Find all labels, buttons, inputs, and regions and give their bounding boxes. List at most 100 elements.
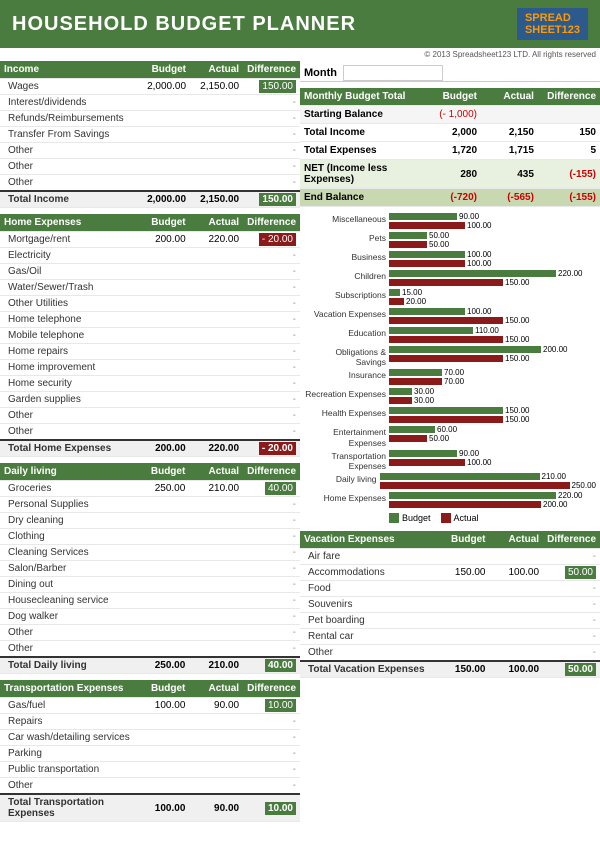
bar-actual	[389, 222, 465, 229]
chart-label: Insurance	[304, 368, 389, 380]
bar-actual-value: 30.00	[414, 396, 434, 405]
income-table: Income Budget Actual Difference Wages 2,…	[0, 61, 300, 208]
bar-budget-value: 210.00	[542, 472, 566, 481]
income-label: Income	[0, 61, 137, 79]
table-row: Other-	[0, 778, 300, 795]
table-row: Other Utilities-	[0, 296, 300, 312]
chart-row: Pets50.0050.00	[304, 231, 596, 249]
chart-label: Daily living	[304, 472, 380, 484]
chart-label: Miscellaneous	[304, 212, 389, 224]
table-row: Other-	[0, 625, 300, 641]
bar-budget-value: 100.00	[467, 307, 491, 316]
bar-actual	[389, 260, 465, 267]
diff-badge: 40.00	[265, 482, 296, 495]
chart-bars: 50.0050.00	[389, 231, 596, 249]
chart-label: Recreation Expenses	[304, 387, 389, 399]
diff-badge: 50.00	[565, 566, 596, 579]
table-row: Other-	[0, 175, 300, 192]
copyright: © 2013 Spreadsheet123 LTD. All rights re…	[0, 48, 600, 61]
diff-badge: 150.00	[259, 80, 296, 93]
bar-actual	[389, 279, 503, 286]
bar-budget-value: 200.00	[543, 345, 567, 354]
table-row: Home repairs-	[0, 344, 300, 360]
bar-actual-value: 20.00	[406, 297, 426, 306]
table-row: Souvenirs-	[300, 597, 600, 613]
net-row: NET (Income less Expenses) 280 435 (-155…	[300, 160, 600, 189]
chart-bars: 150.00150.00	[389, 406, 596, 424]
table-row: Housecleaning service-	[0, 593, 300, 609]
chart-bars: 100.00 150.00	[389, 307, 596, 325]
table-row: Car wash/detailing services-	[0, 730, 300, 746]
table-row: Accommodations 150.00 100.00 50.00	[300, 565, 600, 581]
bar-actual	[389, 397, 412, 404]
table-row: Other-	[300, 645, 600, 662]
page-title: HOUSEHOLD BUDGET PLANNER	[12, 13, 356, 36]
income-total-row: Total Income 2,000.00 2,150.00 150.00	[0, 191, 300, 208]
bar-actual-value: 150.00	[505, 335, 529, 344]
monthly-header: Monthly Budget Total Budget Actual Diffe…	[300, 88, 600, 106]
chart-bars: 220.00150.00	[389, 269, 596, 287]
bar-budget	[389, 450, 457, 457]
table-row: Dining out-	[0, 577, 300, 593]
chart-bars: 100.00100.00	[389, 250, 596, 268]
bar-actual-value: 150.00	[505, 278, 529, 287]
chart-row: Obligations & Savings 200.00 150.00	[304, 345, 596, 367]
legend-budget: Budget	[389, 513, 431, 523]
income-budget-header: Budget	[137, 61, 190, 79]
transportation-table: Transportation Expenses Budget Actual Di…	[0, 680, 300, 822]
logo-line1: SPREAD	[525, 12, 571, 24]
chart-bars: 90.00100.00	[389, 449, 596, 467]
chart-legend: BudgetActual	[389, 513, 596, 523]
table-row: Personal Supplies-	[0, 497, 300, 513]
bar-actual	[389, 501, 541, 508]
transport-total-row: Total Transportation Expenses 100.00 90.…	[0, 794, 300, 822]
home-header: Home Expenses Budget Actual Difference	[0, 214, 300, 232]
table-row: Mobile telephone-	[0, 328, 300, 344]
bar-budget-value: 70.00	[444, 368, 464, 377]
table-row: Parking-	[0, 746, 300, 762]
bar-budget-value: 15.00	[402, 288, 422, 297]
total-diff-badge: 10.00	[265, 802, 296, 815]
month-input[interactable]	[343, 65, 443, 81]
bar-budget-value: 100.00	[467, 250, 491, 259]
table-row: Other-	[0, 641, 300, 658]
chart-bars: 70.0070.00	[389, 368, 596, 386]
table-row: Garden supplies-	[0, 392, 300, 408]
chart-row: Children220.00150.00	[304, 269, 596, 287]
legend-budget-box	[389, 513, 399, 523]
bar-actual-value: 250.00	[572, 481, 596, 490]
bar-actual	[380, 482, 570, 489]
chart-label: Vacation Expenses	[304, 307, 389, 319]
chart-bars: 60.0050.00	[389, 425, 596, 443]
chart-row: Miscellaneous90.00100.00	[304, 212, 596, 230]
bar-actual-value: 50.00	[429, 240, 449, 249]
bar-budget	[389, 308, 465, 315]
monthly-budget-table: Monthly Budget Total Budget Actual Diffe…	[300, 88, 600, 207]
chart-row: Home Expenses220.00200.00	[304, 491, 596, 509]
table-row: Public transportation-	[0, 762, 300, 778]
chart-bars: 210.00 250.00	[380, 472, 596, 490]
bar-budget-value: 110.00	[475, 326, 499, 335]
total-diff-badge: - 20.00	[259, 442, 296, 455]
table-row: Gas/Oil-	[0, 264, 300, 280]
bar-actual-value: 150.00	[505, 316, 529, 325]
chart-row: Vacation Expenses 100.00 150.00	[304, 307, 596, 325]
chart-row: Entertainment Expenses60.0050.00	[304, 425, 596, 447]
home-total-row: Total Home Expenses 200.00 220.00 - 20.0…	[0, 440, 300, 457]
logo: SPREAD SHEET123	[517, 8, 588, 40]
chart-label: Obligations & Savings	[304, 345, 389, 367]
table-row: Dog walker-	[0, 609, 300, 625]
chart-bars: 15.0020.00	[389, 288, 596, 306]
chart-row: Daily living 210.00 250.00	[304, 472, 596, 490]
chart-row: Education110.00150.00	[304, 326, 596, 344]
table-row: Electricity-	[0, 248, 300, 264]
logo-line2: SHEET	[525, 24, 562, 36]
end-balance-row: End Balance (-720) (-565) (-155)	[300, 189, 600, 207]
table-row: Pet boarding-	[300, 613, 600, 629]
bar-actual	[389, 241, 427, 248]
bar-actual-value: 150.00	[505, 354, 529, 363]
chart-label: Children	[304, 269, 389, 281]
table-row: Starting Balance (- 1,000)	[300, 106, 600, 124]
table-row: Rental car-	[300, 629, 600, 645]
bar-budget-value: 60.00	[437, 425, 457, 434]
